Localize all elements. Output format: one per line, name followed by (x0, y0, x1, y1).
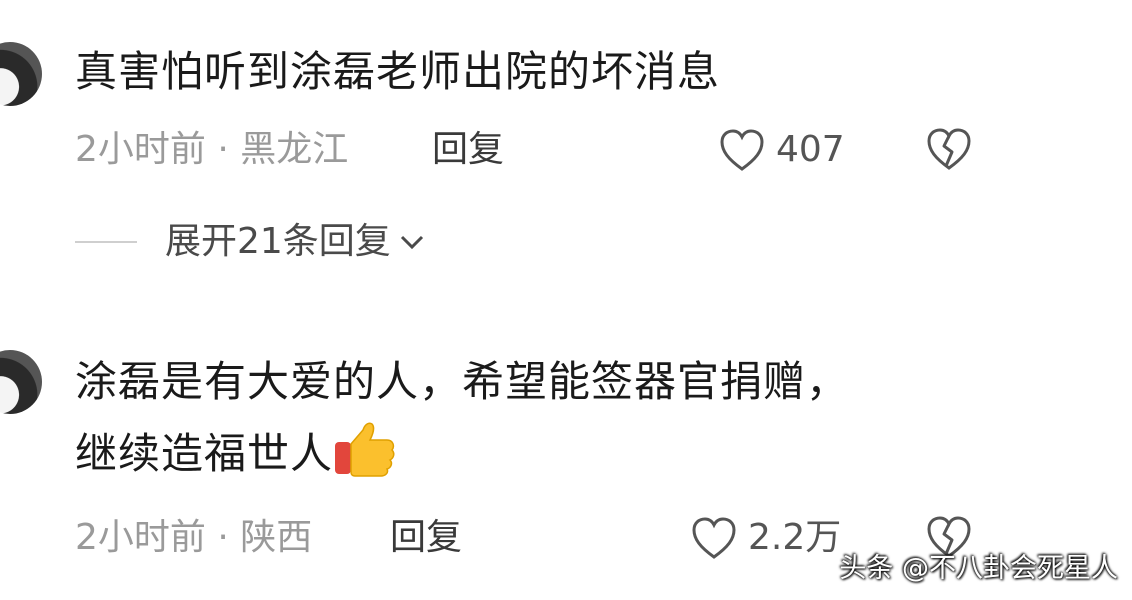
commenter-avatar[interactable] (0, 42, 42, 106)
comment-meta: 2小时前 · 陕西 (75, 517, 313, 558)
chevron-down-icon (400, 235, 423, 250)
like-count: 407 (776, 129, 845, 170)
comment-text-line: 继续造福世人 (75, 420, 849, 484)
thumbs-up-emoji-icon (335, 422, 395, 477)
heart-icon (692, 517, 736, 559)
like-button[interactable]: 2.2万 (690, 514, 841, 562)
broken-heart-icon (927, 128, 971, 170)
comment-text-line: 涂磊是有大爱的人，希望能签器官捐赠， (75, 357, 850, 406)
heart-icon (720, 129, 764, 171)
like-button[interactable]: 407 (718, 126, 845, 174)
reply-button[interactable]: 回复 (390, 514, 462, 562)
reply-button[interactable]: 回复 (432, 126, 504, 174)
expand-replies-label: 展开21条回复 (165, 221, 391, 262)
expand-replies-button[interactable]: 展开21条回复 (75, 218, 425, 266)
dislike-button[interactable] (925, 126, 973, 176)
comment-meta: 2小时前 · 黑龙江 (75, 129, 349, 170)
watermark: 头条 @不八卦会死星人 (839, 553, 1118, 584)
comment-text: 涂磊是有大爱的人，希望能签器官捐赠， 继续造福世人 (75, 352, 849, 484)
comment-text: 真害怕听到涂磊老师出院的坏消息 (75, 47, 721, 96)
divider-line (75, 241, 137, 243)
like-count: 2.2万 (748, 517, 842, 558)
commenter-avatar[interactable] (0, 350, 42, 414)
